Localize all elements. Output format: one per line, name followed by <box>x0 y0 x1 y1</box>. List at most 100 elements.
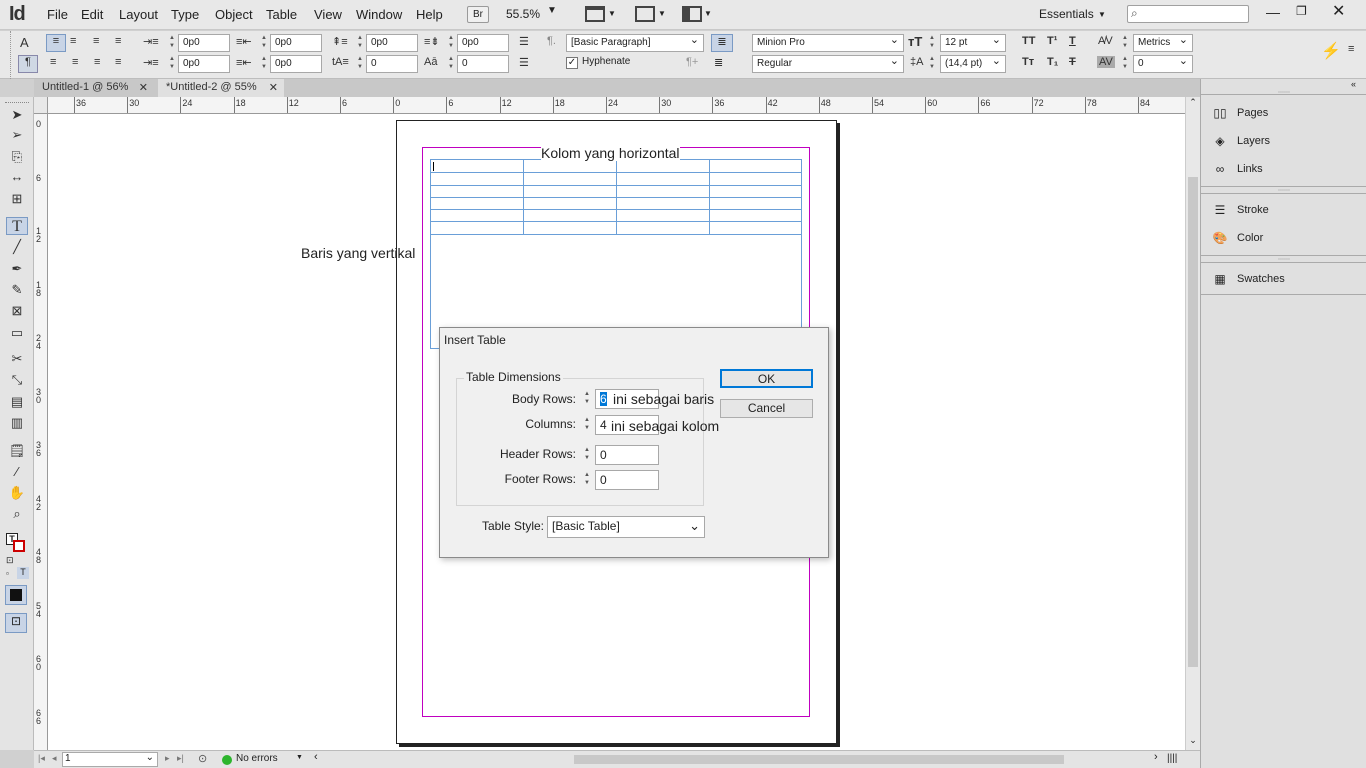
panel-menu-icon[interactable]: ≡ <box>1348 43 1354 55</box>
font-size-dropdown[interactable]: 12 pt <box>940 33 1006 52</box>
horizontal-scroll-thumb[interactable] <box>574 755 1064 764</box>
font-family-dropdown[interactable]: Minion Pro <box>752 33 904 52</box>
leading-dropdown[interactable]: (14,4 pt) <box>940 54 1006 73</box>
first-line-indent-field[interactable]: 0p0 <box>178 55 230 73</box>
next-page-icon[interactable]: ▸ <box>165 753 170 764</box>
close-tab-icon[interactable]: ✕ <box>269 81 278 94</box>
zoom-level[interactable]: 55.5% <box>506 7 540 21</box>
free-transform-tool-icon[interactable]: ⤡ <box>6 372 28 390</box>
preflight-status[interactable]: No errors <box>236 753 278 764</box>
selection-tool-icon[interactable]: ➤ <box>6 107 28 125</box>
drop-cap-chars-field[interactable]: 0 <box>457 55 509 73</box>
page-tool-icon[interactable]: ⎘ <box>6 149 28 167</box>
strikethrough-icon[interactable]: T <box>1069 56 1076 68</box>
do-not-align-grid-icon[interactable]: ≣ <box>711 34 733 52</box>
close-icon[interactable]: ✕ <box>1332 1 1345 21</box>
small-caps-icon[interactable]: Tт <box>1022 56 1034 68</box>
rectangle-frame-tool-icon[interactable]: ⊠ <box>6 303 28 321</box>
vertical-scrollbar[interactable]: ⌃ ⌄ <box>1185 97 1200 750</box>
apply-color-icon[interactable] <box>5 585 27 605</box>
vertical-ruler[interactable]: 0 6 12 18 24 30 36 42 48 54 60 66 <box>34 114 48 750</box>
menu-file[interactable]: File <box>47 7 68 22</box>
last-page-icon[interactable]: ▸| <box>177 753 184 764</box>
ok-button[interactable]: OK <box>720 369 813 388</box>
font-style-dropdown[interactable]: Regular <box>752 54 904 73</box>
footer-rows-input[interactable]: 0 <box>595 470 659 490</box>
page-dropdown-icon[interactable]: ⌄ <box>146 752 154 763</box>
workspace-switcher[interactable]: Essentials <box>1039 7 1094 21</box>
character-mode-icon[interactable]: A <box>20 35 29 50</box>
gradient-swatch-tool-icon[interactable]: ▤ <box>6 394 28 412</box>
justify-left-icon[interactable]: ≡ <box>50 56 56 68</box>
bullets-icon[interactable]: ☰ <box>519 35 529 48</box>
eyedropper-tool-icon[interactable]: ⁄ <box>6 464 28 482</box>
superscript-icon[interactable]: T¹ <box>1047 35 1057 47</box>
default-colors-icon[interactable]: ⊡ <box>6 555 14 566</box>
split-window-icon[interactable]: |||| <box>1167 753 1177 764</box>
menu-view[interactable]: View <box>314 7 342 22</box>
view-mode-icon[interactable]: ⊡ <box>5 613 27 633</box>
menu-table[interactable]: Table <box>266 7 297 22</box>
panel-links[interactable]: ∞ Links <box>1211 158 1263 180</box>
align-towards-spine-icon[interactable]: ≡ <box>115 35 121 47</box>
align-center-icon[interactable]: ≡ <box>70 35 76 47</box>
tab-untitled-2[interactable]: *Untitled-2 @ 55% ✕ <box>158 79 284 97</box>
justify-center-icon[interactable]: ≡ <box>72 56 78 68</box>
header-rows-stepper[interactable]: ▲ ▼ <box>583 446 591 466</box>
space-after-field[interactable]: 0p0 <box>457 34 509 52</box>
screen-mode-icon[interactable] <box>635 6 655 22</box>
subscript-icon[interactable]: T₁ <box>1047 56 1058 68</box>
ruler-origin[interactable] <box>34 97 48 114</box>
menu-type[interactable]: Type <box>171 7 199 22</box>
leading-stepper[interactable]: ▲ ▼ <box>928 55 936 73</box>
view-options-dropdown-icon[interactable]: ▼ <box>608 9 616 18</box>
menu-edit[interactable]: Edit <box>81 7 103 22</box>
justify-right-icon[interactable]: ≡ <box>94 56 100 68</box>
scroll-up-icon[interactable]: ⌃ <box>1186 97 1200 108</box>
minimize-icon[interactable]: — <box>1266 4 1280 20</box>
underline-icon[interactable]: T <box>1069 35 1076 47</box>
cancel-button[interactable]: Cancel <box>720 399 813 418</box>
paragraph-mode-icon[interactable]: ¶ <box>18 55 38 73</box>
clear-overrides-icon[interactable]: ¶+ <box>686 56 698 68</box>
view-options-icon[interactable] <box>585 6 605 22</box>
screen-mode-dropdown-icon[interactable]: ▼ <box>658 9 666 18</box>
drop-cap-lines-stepper[interactable]: ▲ ▼ <box>356 55 364 73</box>
align-left-icon[interactable]: ≡ <box>46 34 66 52</box>
line-tool-icon[interactable]: ╱ <box>6 239 28 257</box>
bridge-button[interactable]: Br <box>467 6 489 23</box>
pen-tool-icon[interactable]: ✒ <box>6 261 28 279</box>
preflight-icon[interactable]: ⊙ <box>198 752 207 765</box>
kerning-dropdown[interactable]: Metrics <box>1133 33 1193 52</box>
numbering-icon[interactable]: ☰ <box>519 56 529 69</box>
drop-cap-chars-stepper[interactable]: ▲ ▼ <box>447 55 455 73</box>
workspace-dropdown-icon[interactable]: ▼ <box>1098 10 1106 19</box>
table-style-dropdown[interactable]: [Basic Table] ⌄ <box>547 516 705 538</box>
direct-selection-tool-icon[interactable]: ➢ <box>6 127 28 145</box>
right-indent-stepper[interactable]: ▲ ▼ <box>260 34 268 52</box>
hand-tool-icon[interactable]: ✋ <box>6 485 28 503</box>
preflight-dropdown-icon[interactable]: ▼ <box>296 754 303 761</box>
first-page-icon[interactable]: |◂ <box>38 753 45 764</box>
menu-window[interactable]: Window <box>356 7 402 22</box>
tab-untitled-1[interactable]: Untitled-1 @ 56% ✕ <box>34 79 154 97</box>
quick-apply-icon[interactable]: ⚡ <box>1321 41 1341 61</box>
space-before-field[interactable]: 0p0 <box>366 34 418 52</box>
scroll-left-icon[interactable]: ‹ <box>314 751 318 763</box>
zoom-dropdown-icon[interactable]: ▼ <box>547 5 557 16</box>
previous-page-icon[interactable]: ◂ <box>52 753 57 764</box>
menu-layout[interactable]: Layout <box>119 7 158 22</box>
footer-rows-stepper[interactable]: ▲ ▼ <box>583 471 591 491</box>
all-caps-icon[interactable]: TT <box>1022 35 1035 47</box>
font-size-stepper[interactable]: ▲ ▼ <box>928 34 936 52</box>
content-collector-icon[interactable]: ⊞ <box>6 191 28 209</box>
paragraph-style-dropdown[interactable]: [Basic Paragraph] <box>566 33 704 52</box>
panel-layers[interactable]: ◈ Layers <box>1211 130 1270 152</box>
left-indent-stepper[interactable]: ▲ ▼ <box>168 34 176 52</box>
scroll-down-icon[interactable]: ⌄ <box>1186 735 1200 746</box>
align-baseline-grid-icon[interactable]: ≣ <box>714 56 723 69</box>
gradient-feather-tool-icon[interactable]: ▥ <box>6 415 28 433</box>
formatting-text-icon[interactable]: T <box>17 567 29 579</box>
vertical-scroll-thumb[interactable] <box>1188 177 1198 667</box>
rectangle-tool-icon[interactable]: ▭ <box>6 325 28 343</box>
